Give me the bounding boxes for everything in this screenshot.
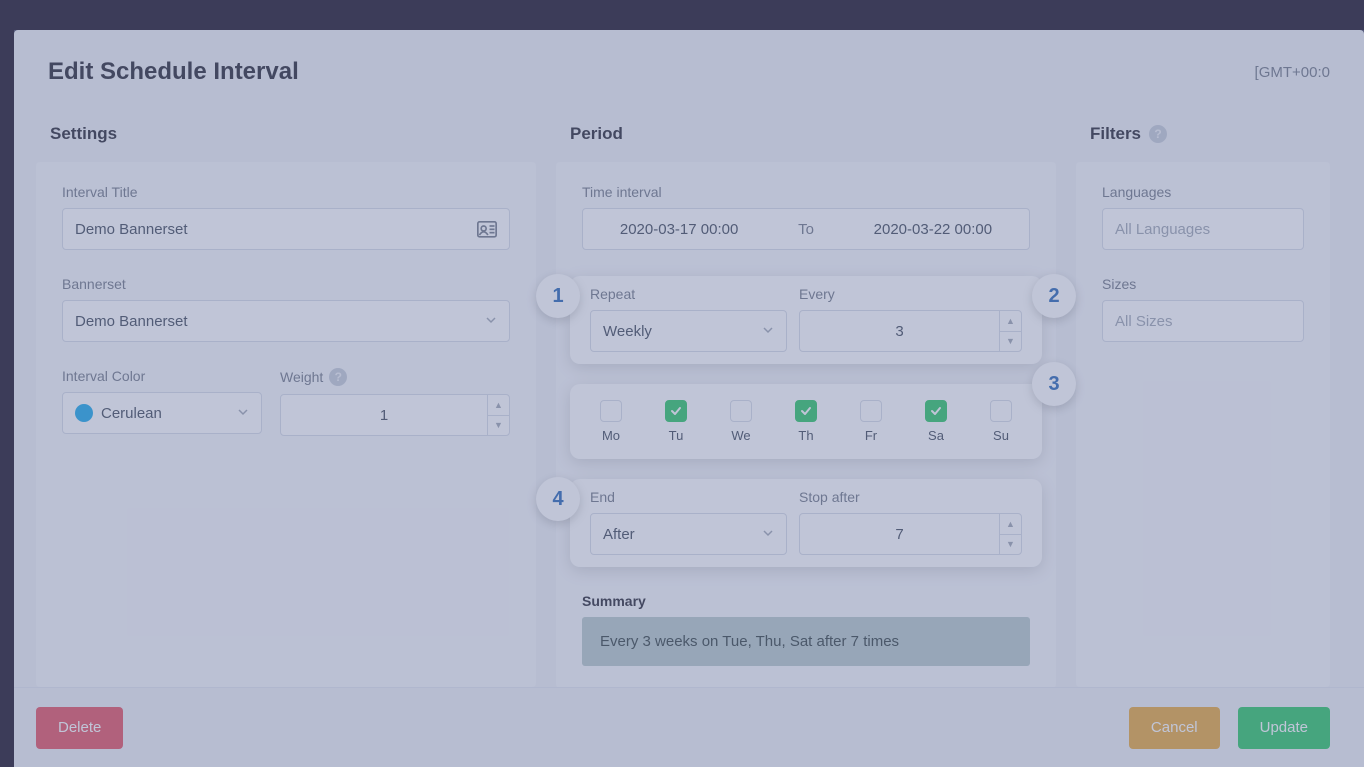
stepper-up-icon[interactable]: ▲	[488, 395, 509, 416]
stop-after-input[interactable]	[800, 514, 999, 554]
every-stepper[interactable]: ▲ ▼	[799, 310, 1022, 352]
interval-color-select[interactable]: Cerulean	[62, 392, 262, 434]
modal-title: Edit Schedule Interval	[48, 58, 299, 86]
stop-after-stepper[interactable]: ▲ ▼	[799, 513, 1022, 555]
day-th[interactable]: Th	[795, 400, 817, 443]
weight-stepper[interactable]: ▲ ▼	[280, 394, 510, 436]
cancel-button[interactable]: Cancel	[1129, 707, 1220, 749]
modal-body: Settings Interval Title Demo Bannerset B…	[14, 110, 1364, 687]
settings-card: Interval Title Demo Bannerset Bannerset …	[36, 162, 536, 687]
repeat-label: Repeat	[590, 286, 787, 302]
time-to: 2020-03-22 00:00	[874, 221, 992, 238]
filters-title: Filters ?	[1076, 110, 1330, 162]
interval-color-name: Cerulean	[101, 405, 162, 422]
day-checkbox[interactable]	[665, 400, 687, 422]
bannerset-value: Demo Bannerset	[75, 313, 188, 330]
callout-3: 3	[1032, 362, 1076, 406]
help-icon[interactable]: ?	[329, 368, 347, 386]
delete-button[interactable]: Delete	[36, 707, 123, 749]
day-label: We	[731, 428, 750, 443]
day-checkbox[interactable]	[795, 400, 817, 422]
weight-input[interactable]	[281, 395, 487, 435]
sizes-placeholder: All Sizes	[1115, 313, 1173, 330]
interval-color-label: Interval Color	[62, 368, 262, 384]
sizes-label: Sizes	[1102, 276, 1304, 292]
every-label: Every	[799, 286, 1022, 302]
bannerset-label: Bannerset	[62, 276, 510, 292]
weight-label: Weight ?	[280, 368, 510, 386]
callout-4: 4	[536, 477, 580, 521]
id-card-icon	[477, 221, 497, 237]
day-sa[interactable]: Sa	[925, 400, 947, 443]
end-highlight: 4 End After Stop after	[570, 479, 1042, 567]
stepper-down-icon[interactable]: ▼	[488, 416, 509, 436]
chevron-down-icon	[762, 323, 774, 340]
modal-footer: Delete Cancel Update	[14, 687, 1364, 767]
period-card: Time interval 2020-03-17 00:00 To 2020-0…	[556, 162, 1056, 687]
time-to-separator: To	[798, 221, 814, 238]
time-interval-label: Time interval	[582, 184, 1030, 200]
period-column: Period Time interval 2020-03-17 00:00 To…	[556, 110, 1056, 687]
languages-placeholder: All Languages	[1115, 221, 1210, 238]
settings-column: Settings Interval Title Demo Bannerset B…	[36, 110, 536, 687]
stepper-up-icon[interactable]: ▲	[1000, 514, 1021, 535]
interval-title-value: Demo Bannerset	[75, 221, 188, 238]
stop-after-label: Stop after	[799, 489, 1022, 505]
time-from: 2020-03-17 00:00	[620, 221, 738, 238]
settings-title: Settings	[36, 110, 536, 162]
day-label: Mo	[602, 428, 620, 443]
day-checkbox[interactable]	[730, 400, 752, 422]
edit-schedule-modal: Edit Schedule Interval [GMT+00:0 Setting…	[14, 30, 1364, 767]
day-checkbox[interactable]	[600, 400, 622, 422]
day-tu[interactable]: Tu	[665, 400, 687, 443]
interval-title-input[interactable]: Demo Bannerset	[62, 208, 510, 250]
day-fr[interactable]: Fr	[860, 400, 882, 443]
day-label: Su	[993, 428, 1009, 443]
day-checkbox[interactable]	[860, 400, 882, 422]
color-swatch	[75, 404, 93, 422]
chevron-down-icon	[485, 313, 497, 330]
callout-1: 1	[536, 274, 580, 318]
day-mo[interactable]: Mo	[600, 400, 622, 443]
day-checkbox[interactable]	[990, 400, 1012, 422]
every-input[interactable]	[800, 311, 999, 351]
end-value: After	[603, 526, 635, 543]
time-range-input[interactable]: 2020-03-17 00:00 To 2020-03-22 00:00	[582, 208, 1030, 250]
days-row: Mo Tu We Th Fr Sa Su	[590, 396, 1022, 447]
filters-card: Languages All Languages Sizes All Sizes	[1076, 162, 1330, 687]
bannerset-select[interactable]: Demo Bannerset	[62, 300, 510, 342]
stepper-down-icon[interactable]: ▼	[1000, 535, 1021, 555]
timezone-label: [GMT+00:0	[1255, 64, 1330, 81]
modal-header: Edit Schedule Interval [GMT+00:0	[14, 30, 1364, 110]
chevron-down-icon	[762, 526, 774, 543]
languages-label: Languages	[1102, 184, 1304, 200]
interval-title-label: Interval Title	[62, 184, 510, 200]
help-icon[interactable]: ?	[1149, 125, 1167, 143]
summary-box: Every 3 weeks on Tue, Thu, Sat after 7 t…	[582, 617, 1030, 666]
period-title: Period	[556, 110, 1056, 162]
repeat-value: Weekly	[603, 323, 652, 340]
day-we[interactable]: We	[730, 400, 752, 443]
sizes-select[interactable]: All Sizes	[1102, 300, 1304, 342]
day-label: Fr	[865, 428, 877, 443]
languages-select[interactable]: All Languages	[1102, 208, 1304, 250]
day-su[interactable]: Su	[990, 400, 1012, 443]
end-label: End	[590, 489, 787, 505]
chevron-down-icon	[237, 405, 249, 422]
day-label: Th	[798, 428, 813, 443]
filters-column: Filters ? Languages All Languages Sizes …	[1076, 110, 1330, 687]
day-checkbox[interactable]	[925, 400, 947, 422]
day-label: Sa	[928, 428, 944, 443]
day-label: Tu	[669, 428, 684, 443]
days-highlight: 3 MoTuWeThFrSaSu	[570, 384, 1042, 459]
repeat-select[interactable]: Weekly	[590, 310, 787, 352]
stepper-up-icon[interactable]: ▲	[1000, 311, 1021, 332]
end-select[interactable]: After	[590, 513, 787, 555]
callout-2: 2	[1032, 274, 1076, 318]
summary-label: Summary	[582, 593, 1030, 609]
repeat-every-highlight: 1 2 Repeat Weekly Every	[570, 276, 1042, 364]
update-button[interactable]: Update	[1238, 707, 1330, 749]
stepper-down-icon[interactable]: ▼	[1000, 332, 1021, 352]
